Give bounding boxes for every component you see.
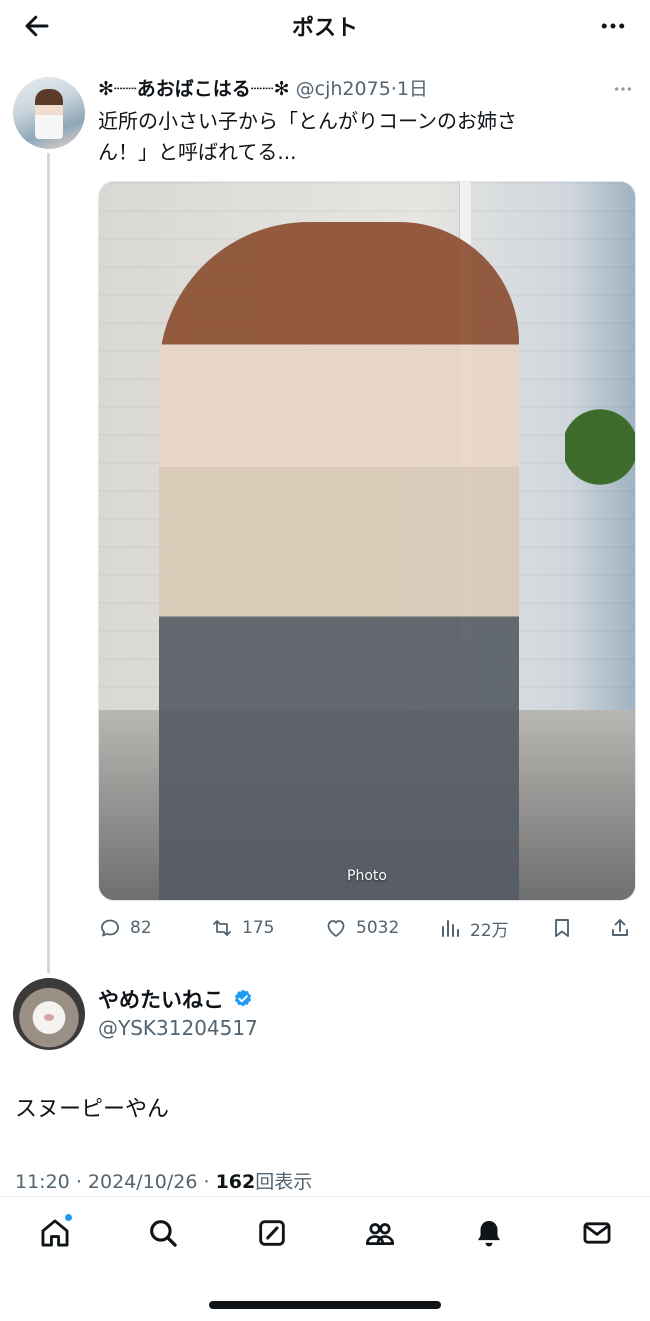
nav-messages[interactable]: [575, 1213, 619, 1253]
share-button[interactable]: [608, 910, 632, 946]
bookmark-button[interactable]: [550, 910, 574, 946]
retweet-count: 175: [242, 918, 275, 938]
nav-compose[interactable]: [250, 1213, 294, 1253]
author-display-name[interactable]: ✻┈┈あおばこはる┈┈✻: [98, 78, 290, 100]
like-count: 5032: [356, 918, 400, 938]
views-count: 22万: [470, 920, 509, 941]
reply-button[interactable]: 82: [98, 910, 152, 946]
nav-search[interactable]: [141, 1213, 185, 1253]
tweet-author-line: ✻┈┈あおばこはる┈┈✻ @cjh2075·1日: [98, 74, 428, 101]
retweet-icon: [213, 920, 231, 936]
retweet-button[interactable]: 175: [210, 910, 274, 946]
thread-connector: [47, 153, 50, 973]
more-horizontal-icon: [614, 87, 632, 91]
bookmark-icon: [555, 919, 569, 937]
tweet-action-bar: 82 175 5032 22万: [98, 910, 636, 946]
reply-author-display-name[interactable]: やめたいねこ: [98, 984, 224, 1014]
view-count: 162: [215, 1171, 256, 1193]
tweet-text-line: ん！」と呼ばれてる...: [98, 140, 297, 164]
home-badge-dot: [64, 1213, 73, 1222]
tweet-text: 近所の小さい子から「とんがりコーンのお姉さ ん！」と呼ばれてる...: [98, 106, 618, 168]
bell-icon: [477, 1220, 501, 1247]
tweet-more-button[interactable]: [612, 78, 634, 105]
tweet-media-photo[interactable]: Photo: [98, 181, 636, 901]
reply-author-avatar[interactable]: [13, 978, 85, 1050]
views-button[interactable]: 22万: [438, 910, 509, 946]
tweet-age[interactable]: 1日: [397, 78, 428, 100]
nav-home[interactable]: [33, 1213, 77, 1253]
heart-icon: [327, 920, 345, 937]
nav-notifications[interactable]: [467, 1213, 511, 1253]
verified-badge-icon: [234, 989, 252, 1007]
more-button[interactable]: [596, 10, 630, 42]
author-handle[interactable]: @cjh2075: [296, 78, 391, 100]
nav-communities[interactable]: [358, 1213, 402, 1253]
communities-icon: [365, 1223, 395, 1245]
post-time[interactable]: 11:20: [15, 1171, 70, 1193]
like-button[interactable]: 5032: [324, 910, 399, 946]
reply-count: 82: [130, 918, 152, 938]
home-indicator-bar: [209, 1301, 441, 1309]
tweet-text-line: 近所の小さい子から「とんがりコーンのお姉さ: [98, 109, 517, 133]
reply-icon: [101, 919, 119, 937]
page-title: ポスト: [291, 16, 358, 41]
author-avatar[interactable]: [13, 77, 85, 149]
top-bar: ポスト: [0, 0, 650, 52]
timestamp-separator: ·: [75, 1171, 82, 1193]
more-horizontal-icon: [601, 23, 625, 29]
post-timestamp: 11:20 · 2024/10/26 · 162回表示: [15, 1167, 312, 1194]
search-icon: [150, 1220, 177, 1247]
analytics-icon: [442, 920, 459, 937]
mail-icon: [583, 1222, 611, 1244]
post-date[interactable]: 2024/10/26: [88, 1171, 198, 1193]
reply-author-name-row: やめたいねこ: [98, 984, 254, 1014]
share-icon: [612, 919, 628, 936]
reply-author-handle[interactable]: @YSK31204517: [98, 1016, 258, 1040]
compose-icon: [259, 1220, 285, 1246]
timestamp-separator: ·: [203, 1171, 210, 1193]
reply-text: スヌーピーやん: [15, 1097, 170, 1122]
view-label: 回表示: [255, 1171, 313, 1193]
media-placeholder-label: Photo: [347, 868, 387, 884]
